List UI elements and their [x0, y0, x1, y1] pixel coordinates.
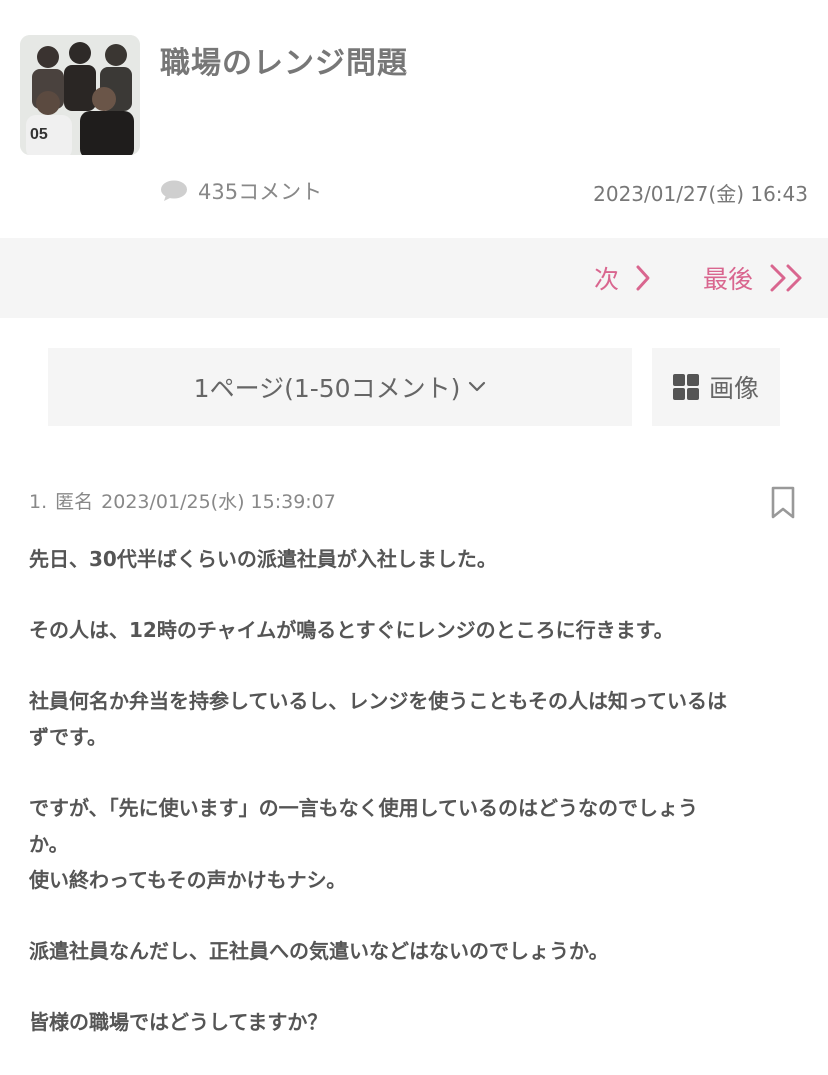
post-line: ですが、「先に使います」の一言もなく使用しているのはどうなのでしょう	[29, 796, 698, 820]
topic-title: 職場のレンジ問題	[160, 46, 408, 81]
post-line: か。	[29, 832, 69, 856]
last-label: 最後	[703, 265, 754, 294]
topic-meta: 435コメント 2023/01/27(金) 16:43	[0, 172, 828, 212]
post-body: 先日、30代半ばくらいの派遣社員が入社しました。 その人は、12時のチャイムが鳴…	[29, 541, 804, 1075]
post-number: 1.	[29, 491, 48, 513]
image-view-label: 画像	[708, 374, 759, 403]
image-view-button[interactable]: 画像	[652, 348, 780, 426]
page-select-label: 1ページ(1-50コメント)	[193, 374, 461, 403]
comment-count-link[interactable]: 435コメント	[160, 176, 322, 206]
page-select-button[interactable]: 1ページ(1-50コメント)	[48, 348, 632, 426]
post-line: ずです。	[29, 725, 107, 749]
post-line: 皆様の職場ではどうしてますか？	[29, 1010, 328, 1034]
post-paragraph: 皆様の職場ではどうしてますか？	[29, 1004, 804, 1040]
next-label: 次	[594, 265, 620, 294]
post-line: 派遣社員なんだし、正社員への気遣いなどはないのでしょうか。	[29, 939, 609, 963]
post-paragraph: 社員何名か弁当を持参しているし、レンジを使うこともその人は知っているは ずです。	[29, 683, 804, 755]
bookmark-icon[interactable]	[770, 486, 796, 520]
chevron-right-icon	[636, 265, 650, 291]
topic-date: 2023/01/27(金) 16:43	[593, 182, 808, 206]
pagination-nav: 次 最後	[0, 238, 828, 318]
post-line: 社員何名か弁当を持参しているし、レンジを使うこともその人は知っているは	[29, 689, 727, 713]
post-paragraph: その人は、12時のチャイムが鳴るとすぐにレンジのところに行きます。	[29, 612, 804, 648]
chevron-down-icon	[469, 381, 486, 392]
last-link[interactable]: 最後	[703, 260, 805, 296]
double-chevron-right-icon	[770, 264, 802, 292]
post-date: 2023/01/25(水) 15:39:07	[101, 491, 336, 513]
post-author: 匿名	[55, 491, 94, 513]
next-link[interactable]: 次	[594, 260, 651, 296]
post-line: 使い終わってもその声かけもナシ。	[29, 868, 347, 892]
post-line: 先日、30代半ばくらいの派遣社員が入社しました。	[29, 547, 497, 571]
thumbnail-image: 05	[20, 35, 140, 155]
post-paragraph: 派遣社員なんだし、正社員への気遣いなどはないのでしょうか。	[29, 933, 804, 969]
comment-bubble-icon	[161, 180, 187, 201]
post-header: 1. 匿名 2023/01/25(水) 15:39:07	[29, 487, 344, 514]
post-paragraph: ですが、「先に使います」の一言もなく使用しているのはどうなのでしょう か。使い終わ…	[29, 790, 804, 898]
post-line: その人は、12時のチャイムが鳴るとすぐにレンジのところに行きます。	[29, 618, 674, 642]
post-paragraph: 先日、30代半ばくらいの派遣社員が入社しました。	[29, 541, 804, 577]
topic-thumbnail[interactable]: 05	[20, 35, 140, 155]
comment-count-label: 435コメント	[198, 180, 323, 204]
grid-icon	[672, 374, 699, 400]
svg-text:05: 05	[30, 126, 48, 143]
